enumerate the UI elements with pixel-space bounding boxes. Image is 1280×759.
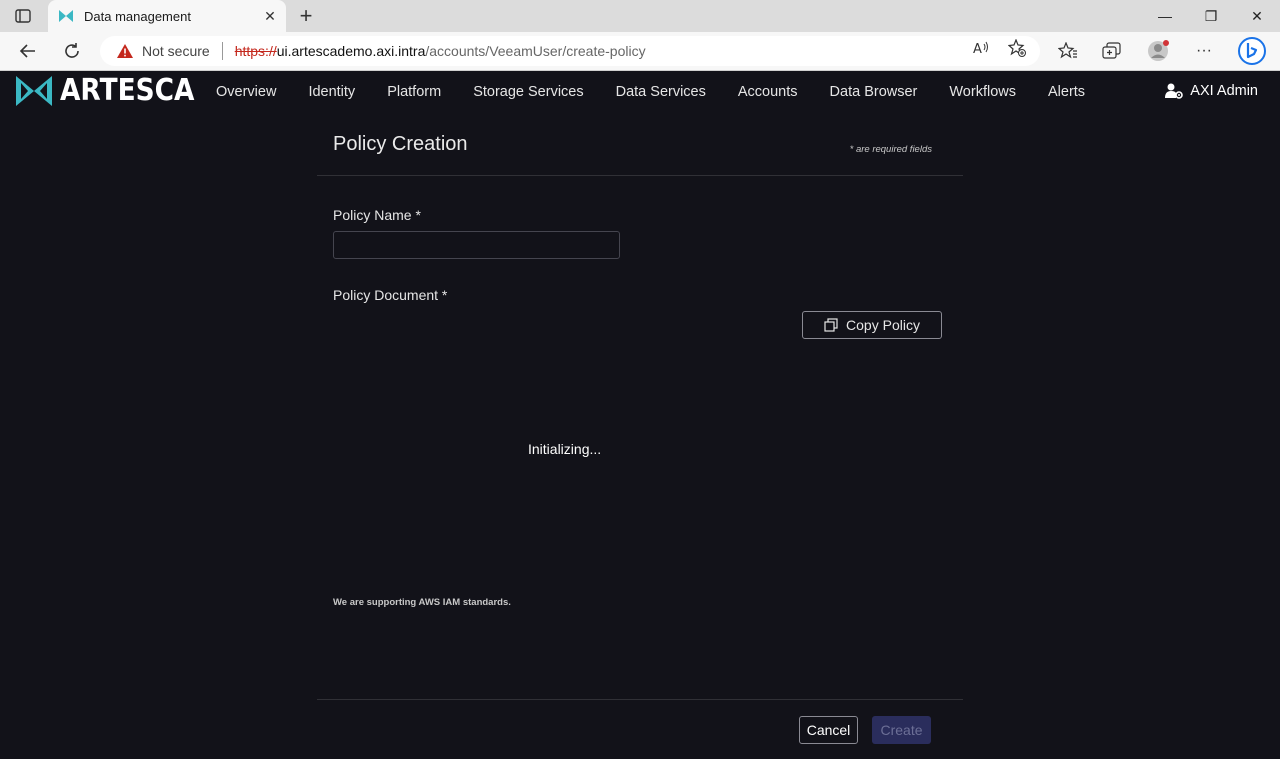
required-fields-note: * are required fields bbox=[849, 144, 932, 155]
browser-tab-active[interactable]: Data management ✕ bbox=[48, 0, 286, 32]
url-scheme: https:// bbox=[234, 43, 277, 59]
bing-copilot-icon[interactable] bbox=[1236, 35, 1268, 67]
nav-storage-services[interactable]: Storage Services bbox=[473, 84, 583, 100]
footer-divider bbox=[317, 699, 963, 700]
user-gear-icon bbox=[1165, 83, 1184, 99]
nav-identity[interactable]: Identity bbox=[308, 84, 355, 100]
url-host: ui.artescademo.axi.intra bbox=[276, 43, 426, 59]
nav-alerts[interactable]: Alerts bbox=[1048, 84, 1085, 100]
tab-title: Data management bbox=[84, 8, 191, 24]
url-path: /accounts/VeeamUser/create-policy bbox=[425, 43, 646, 59]
user-name: AXI Admin bbox=[1190, 83, 1258, 99]
window-minimize-button[interactable]: — bbox=[1142, 0, 1188, 32]
policy-name-input[interactable] bbox=[333, 231, 620, 259]
user-menu[interactable]: AXI Admin bbox=[1165, 83, 1258, 99]
svg-text:A: A bbox=[973, 42, 982, 56]
policy-document-label: Policy Document * bbox=[333, 287, 448, 303]
artesca-logo[interactable]: ARTESCA bbox=[16, 76, 213, 106]
tab-actions-icon[interactable] bbox=[12, 6, 34, 26]
security-status[interactable]: Not secure bbox=[142, 43, 210, 59]
create-button[interactable]: Create bbox=[872, 716, 931, 744]
brand-name: ARTESCA bbox=[60, 73, 195, 108]
add-favorite-icon[interactable] bbox=[1008, 39, 1026, 57]
nav-data-services[interactable]: Data Services bbox=[616, 84, 706, 100]
app-header: ARTESCA Overview Identity Platform Stora… bbox=[0, 71, 1280, 113]
policy-name-label: Policy Name * bbox=[333, 207, 421, 223]
policy-creation-form: Policy Creation * are required fields Po… bbox=[317, 113, 963, 759]
back-arrow-icon[interactable] bbox=[14, 38, 42, 64]
header-divider bbox=[317, 175, 963, 176]
window-restore-button[interactable]: ❐ bbox=[1188, 0, 1234, 32]
refresh-icon[interactable] bbox=[58, 38, 86, 64]
copy-icon bbox=[824, 318, 838, 332]
artesca-logo-icon bbox=[59, 10, 73, 22]
nav-workflows[interactable]: Workflows bbox=[949, 84, 1016, 100]
favorites-icon[interactable] bbox=[1056, 39, 1080, 63]
url-separator bbox=[221, 42, 223, 60]
copy-policy-label: Copy Policy bbox=[846, 317, 920, 333]
profile-avatar-icon[interactable] bbox=[1146, 39, 1170, 63]
more-menu-icon[interactable]: ··· bbox=[1192, 39, 1216, 63]
collections-icon[interactable] bbox=[1100, 39, 1124, 63]
nav-accounts[interactable]: Accounts bbox=[738, 84, 798, 100]
nav-data-browser[interactable]: Data Browser bbox=[830, 84, 918, 100]
main-nav: Overview Identity Platform Storage Servi… bbox=[200, 71, 1101, 113]
window-close-button[interactable]: ✕ bbox=[1234, 0, 1280, 32]
new-tab-button[interactable]: + bbox=[294, 3, 318, 28]
browser-tab-bar: Data management ✕ + — ❐ ✕ bbox=[0, 0, 1280, 32]
browser-toolbar: Not secure https:// ui.artescademo.axi.i… bbox=[0, 32, 1280, 71]
cancel-button[interactable]: Cancel bbox=[799, 716, 858, 744]
nav-overview[interactable]: Overview bbox=[216, 84, 276, 100]
read-aloud-icon[interactable]: A bbox=[972, 39, 990, 57]
tab-close-icon[interactable]: ✕ bbox=[258, 4, 282, 28]
address-bar[interactable]: Not secure https:// ui.artescademo.axi.i… bbox=[100, 36, 1040, 66]
aws-iam-note: We are supporting AWS IAM standards. bbox=[333, 597, 511, 608]
nav-platform[interactable]: Platform bbox=[387, 84, 441, 100]
copy-policy-button[interactable]: Copy Policy bbox=[802, 311, 942, 339]
artesca-logo-icon bbox=[16, 76, 52, 106]
page-title: Policy Creation bbox=[333, 133, 468, 155]
editor-status: Initializing... bbox=[528, 441, 602, 457]
warning-triangle-icon bbox=[117, 44, 133, 58]
